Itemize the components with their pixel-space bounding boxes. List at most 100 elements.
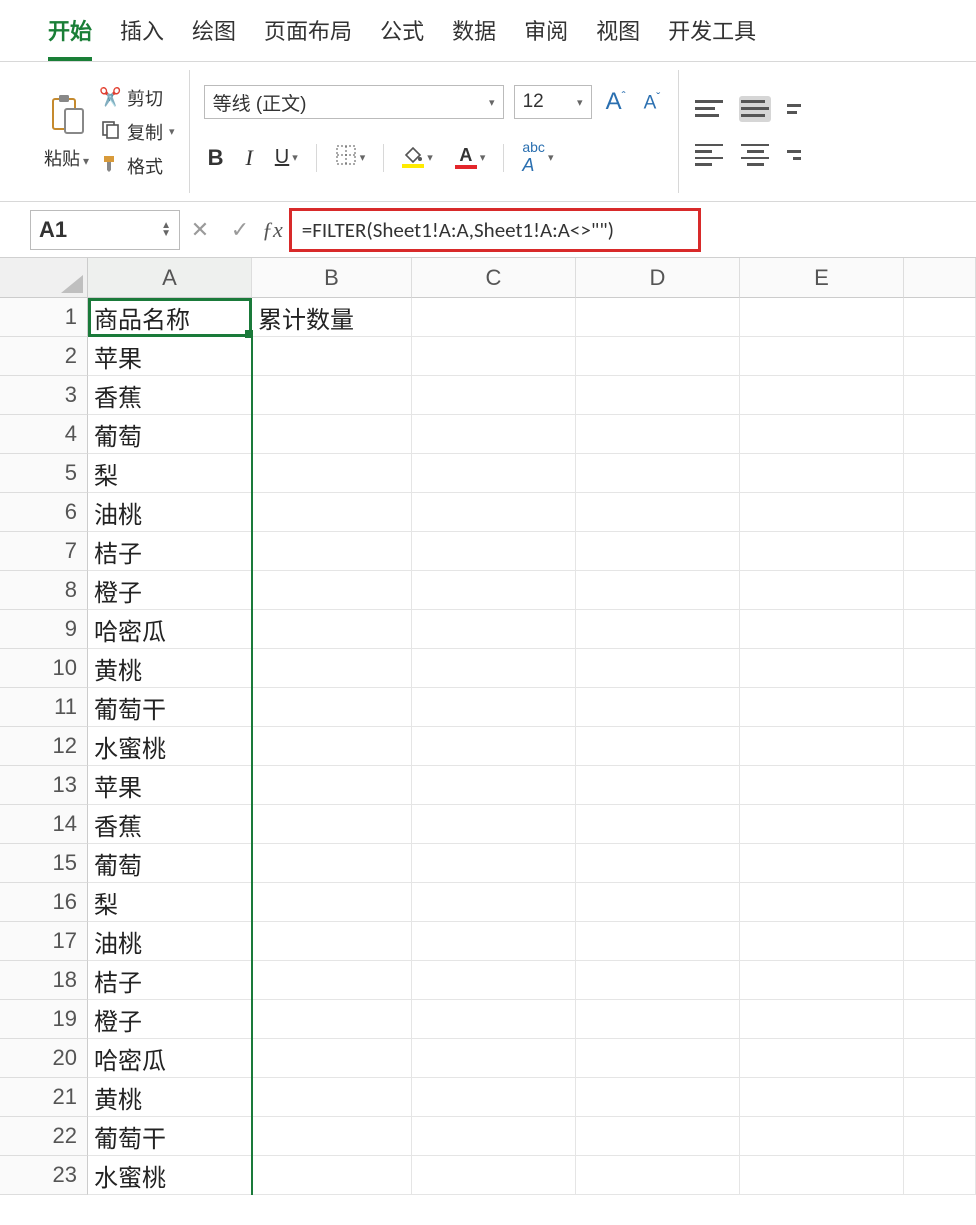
cell[interactable]	[252, 337, 412, 376]
row-header[interactable]: 19	[0, 1000, 88, 1039]
align-bottom-button[interactable]	[785, 96, 803, 122]
col-header-b[interactable]: B	[252, 258, 412, 298]
cell[interactable]	[412, 805, 576, 844]
cell[interactable]	[252, 922, 412, 961]
cell[interactable]	[412, 337, 576, 376]
align-middle-button[interactable]	[739, 96, 771, 122]
cell[interactable]	[412, 883, 576, 922]
cell[interactable]	[252, 571, 412, 610]
cell[interactable]	[252, 454, 412, 493]
enter-formula-button[interactable]: ✓	[220, 217, 260, 243]
cell[interactable]: 葡萄干	[88, 1117, 252, 1156]
cell[interactable]	[252, 766, 412, 805]
cell[interactable]	[904, 1117, 976, 1156]
cell[interactable]	[412, 493, 576, 532]
cell[interactable]	[252, 610, 412, 649]
copy-button[interactable]: 复制 ▾	[99, 119, 175, 145]
cell[interactable]	[740, 883, 904, 922]
cell[interactable]	[576, 922, 740, 961]
cell[interactable]	[740, 415, 904, 454]
tab-home[interactable]: 开始	[48, 14, 92, 61]
row-header[interactable]: 9	[0, 610, 88, 649]
select-all-corner[interactable]	[0, 258, 88, 298]
format-painter-button[interactable]: 格式	[99, 153, 175, 179]
cell[interactable]	[740, 337, 904, 376]
cell[interactable]	[412, 1000, 576, 1039]
font-color-button[interactable]: A ▾	[451, 144, 490, 171]
cell[interactable]	[576, 961, 740, 1000]
cell[interactable]: 黄桃	[88, 649, 252, 688]
cell[interactable]	[412, 1078, 576, 1117]
cut-button[interactable]: ✂️ 剪切	[99, 85, 175, 111]
cell[interactable]	[576, 844, 740, 883]
align-top-button[interactable]	[693, 96, 725, 122]
col-header-d[interactable]: D	[576, 258, 740, 298]
cell[interactable]	[904, 805, 976, 844]
cell[interactable]	[740, 1156, 904, 1195]
cell[interactable]: 水蜜桃	[88, 727, 252, 766]
fx-icon[interactable]: ƒx	[262, 217, 283, 243]
cell[interactable]	[740, 1117, 904, 1156]
cell[interactable]	[904, 337, 976, 376]
align-right-button[interactable]	[785, 142, 803, 168]
cell[interactable]	[904, 1156, 976, 1195]
increase-font-button[interactable]: Aˆ	[602, 88, 630, 116]
cell[interactable]: 橙子	[88, 571, 252, 610]
cell[interactable]	[576, 376, 740, 415]
col-header-c[interactable]: C	[412, 258, 576, 298]
row-header[interactable]: 21	[0, 1078, 88, 1117]
cell[interactable]	[740, 688, 904, 727]
paste-button[interactable]: 粘贴	[44, 93, 89, 171]
cell[interactable]	[740, 727, 904, 766]
row-header[interactable]: 12	[0, 727, 88, 766]
cell[interactable]	[740, 922, 904, 961]
decrease-font-button[interactable]: Aˇ	[640, 90, 665, 114]
cell[interactable]	[904, 571, 976, 610]
cell[interactable]	[252, 1156, 412, 1195]
row-header[interactable]: 3	[0, 376, 88, 415]
cell[interactable]	[904, 493, 976, 532]
tab-developer[interactable]: 开发工具	[668, 14, 756, 61]
cell[interactable]: 水蜜桃	[88, 1156, 252, 1195]
cell[interactable]	[904, 688, 976, 727]
cell[interactable]	[252, 415, 412, 454]
cell[interactable]: 梨	[88, 883, 252, 922]
cell[interactable]	[576, 337, 740, 376]
cell[interactable]	[740, 1039, 904, 1078]
row-header[interactable]: 5	[0, 454, 88, 493]
row-header[interactable]: 6	[0, 493, 88, 532]
cell[interactable]	[412, 727, 576, 766]
cell[interactable]: 累计数量	[252, 298, 412, 337]
cell[interactable]	[252, 1000, 412, 1039]
tab-data[interactable]: 数据	[452, 14, 496, 61]
cell[interactable]	[576, 1000, 740, 1039]
cell[interactable]	[904, 727, 976, 766]
cell[interactable]	[904, 766, 976, 805]
cancel-formula-button[interactable]: ✕	[180, 217, 220, 243]
row-header[interactable]: 22	[0, 1117, 88, 1156]
cell[interactable]	[576, 1039, 740, 1078]
cell[interactable]	[740, 532, 904, 571]
cell[interactable]: 哈密瓜	[88, 1039, 252, 1078]
bold-button[interactable]: B	[204, 143, 228, 173]
cell[interactable]	[576, 1156, 740, 1195]
cell[interactable]	[252, 1078, 412, 1117]
tab-view[interactable]: 视图	[596, 14, 640, 61]
name-box-stepper-icon[interactable]: ▲▼	[161, 222, 171, 238]
cell[interactable]: 油桃	[88, 922, 252, 961]
cell[interactable]	[904, 883, 976, 922]
cell[interactable]: 香蕉	[88, 805, 252, 844]
tab-page-layout[interactable]: 页面布局	[264, 14, 352, 61]
tab-draw[interactable]: 绘图	[192, 14, 236, 61]
row-header[interactable]: 7	[0, 532, 88, 571]
cell[interactable]	[904, 961, 976, 1000]
cell[interactable]	[412, 454, 576, 493]
cell[interactable]	[576, 610, 740, 649]
cell[interactable]	[576, 883, 740, 922]
cell[interactable]	[740, 961, 904, 1000]
tab-insert[interactable]: 插入	[120, 14, 164, 61]
phonetic-button[interactable]: abcA ▾	[518, 137, 557, 178]
row-header[interactable]: 4	[0, 415, 88, 454]
tab-review[interactable]: 审阅	[524, 14, 568, 61]
cell[interactable]	[252, 961, 412, 1000]
